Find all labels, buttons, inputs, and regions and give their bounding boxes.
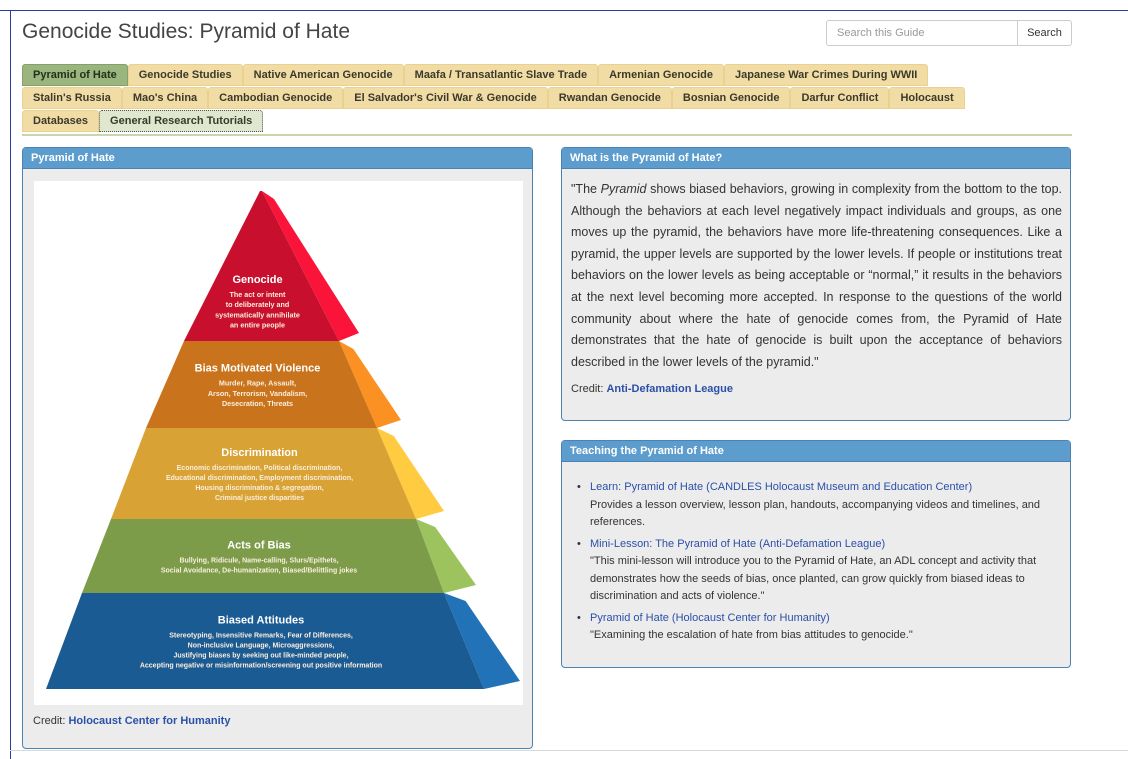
pyramid-level-genocide: Genocide The act or intentto deliberately… xyxy=(184,191,359,341)
tab-armenian-genocide[interactable]: Armenian Genocide xyxy=(598,64,724,86)
pyramid-level-description: systematically annihilate xyxy=(215,310,300,319)
search-input[interactable] xyxy=(826,20,1018,46)
tab-holocaust[interactable]: Holocaust xyxy=(889,87,965,109)
pyramid-level-acts-of-bias: Acts of Bias Bullying, Ridicule, Name-cal… xyxy=(82,519,476,593)
pyramid-panel: Pyramid of Hate Genocide The act or inten… xyxy=(22,147,533,749)
pyramid-level-description: Justifying biases by seeking out like-mi… xyxy=(173,653,348,660)
pyramid-level-title: Genocide xyxy=(232,274,282,286)
credit-link-holocaust-center[interactable]: Holocaust Center for Humanity xyxy=(68,715,230,727)
what-panel-credit: Credit: Anti-Defamation League xyxy=(562,373,1070,405)
credit-label: Credit: xyxy=(571,383,604,396)
pyramid-level-discrimination: Discrimination Economic discrimination, P… xyxy=(111,428,444,519)
list-item: • Mini-Lesson: The Pyramid of Hate (Anti… xyxy=(576,536,1060,606)
pyramid-front-face xyxy=(111,428,416,519)
teaching-resource-list: • Learn: Pyramid of Hate (CANDLES Holoca… xyxy=(562,462,1070,645)
tab-darfur-conflict[interactable]: Darfur Conflict xyxy=(790,87,890,109)
pyramid-level-description: Educational discrimination, Employment d… xyxy=(166,475,353,482)
credit-link-adl[interactable]: Anti-Defamation League xyxy=(606,383,733,395)
tab-pyramid-of-hate[interactable]: Pyramid of Hate xyxy=(22,64,128,86)
pyramid-level-title: Bias Motivated Violence xyxy=(195,363,321,375)
quote-body: shows biased behaviors, growing in compl… xyxy=(571,182,1063,369)
tab-cambodian-genocide[interactable]: Cambodian Genocide xyxy=(208,87,344,109)
tab-rwandan-genocide[interactable]: Rwandan Genocide xyxy=(547,87,672,109)
pyramid-level-description: to deliberately and xyxy=(226,300,290,309)
what-is-pyramid-panel: What is the Pyramid of Hate? "The Pyrami… xyxy=(561,147,1071,421)
pyramid-description-quote: "The Pyramid shows biased behaviors, gro… xyxy=(562,169,1070,373)
tab-stalins-russia[interactable]: Stalin's Russia xyxy=(22,87,122,109)
pyramid-level-description: Housing discrimination & segregation, xyxy=(195,485,323,492)
resource-description: "This mini-lesson will introduce you to … xyxy=(590,555,1037,602)
pyramid-image: Genocide The act or intent to deliberately… xyxy=(34,181,523,705)
teaching-panel-title: Teaching the Pyramid of Hate xyxy=(562,441,1070,462)
resource-link-candles[interactable]: Learn: Pyramid of Hate (CANDLES Holocaus… xyxy=(590,481,972,493)
pyramid-credit: Credit: Holocaust Center for Humanity xyxy=(33,715,230,727)
pyramid-level-description: Economic discrimination, Political discr… xyxy=(177,465,343,472)
tab-row-1: Pyramid of Hate Genocide Studies Native … xyxy=(22,64,1072,87)
bullet-icon: • xyxy=(577,481,581,493)
pyramid-level-title: Discrimination xyxy=(221,447,298,459)
pyramid-panel-title: Pyramid of Hate xyxy=(23,148,532,169)
tab-japanese-war-crimes[interactable]: Japanese War Crimes During WWII xyxy=(724,64,929,86)
pyramid-level-description: Non-inclusive Language, Microaggressions… xyxy=(188,643,335,650)
tab-maos-china[interactable]: Mao's China xyxy=(121,87,209,109)
frame-top-border xyxy=(0,10,1128,11)
pyramid-level-title: Acts of Bias xyxy=(227,540,291,552)
bullet-icon: • xyxy=(577,611,581,624)
resource-link-adl-mini-lesson[interactable]: Mini-Lesson: The Pyramid of Hate (Anti-D… xyxy=(590,538,885,550)
page-title: Genocide Studies: Pyramid of Hate xyxy=(22,20,351,43)
frame-left-border xyxy=(10,10,11,759)
frame-bottom-border xyxy=(10,750,1128,751)
list-item: • Learn: Pyramid of Hate (CANDLES Holoca… xyxy=(576,479,1060,532)
credit-label: Credit: xyxy=(33,715,66,727)
search-button[interactable]: Search xyxy=(1018,20,1072,46)
pyramid-level-description: an entire people xyxy=(230,321,285,330)
pyramid-level-description: Murder, Rape, Assault, xyxy=(219,379,296,388)
quote-italic-word: Pyramid xyxy=(600,182,647,196)
pyramid-level-description: Criminal justice disparities xyxy=(215,495,304,502)
tab-row-2: Stalin's Russia Mao's China Cambodian Ge… xyxy=(22,87,1072,110)
resource-description: "Examining the escalation of hate from b… xyxy=(590,629,913,641)
pyramid-level-description: Social Avoidance, De-humanization, Biase… xyxy=(161,568,357,575)
pyramid-level-description: Stereotyping, Insensitive Remarks, Fear … xyxy=(169,633,353,640)
list-item: • Pyramid of Hate (Holocaust Center for … xyxy=(576,610,1060,645)
resource-link-holocaust-center[interactable]: Pyramid of Hate (Holocaust Center for Hu… xyxy=(590,612,830,624)
tab-genocide-studies[interactable]: Genocide Studies xyxy=(127,64,243,86)
what-panel-title: What is the Pyramid of Hate? xyxy=(562,148,1070,169)
tab-underline xyxy=(22,134,1072,136)
pyramid-front-face xyxy=(46,593,484,689)
pyramid-level-bias-motivated-violence: Bias Motivated Violence Murder, Rape, Ass… xyxy=(146,341,401,428)
teaching-panel: Teaching the Pyramid of Hate • Learn: Py… xyxy=(561,440,1071,668)
pyramid-level-description: Bullying, Ridicule, Name-calling, Slurs/… xyxy=(179,558,338,565)
pyramid-front-face xyxy=(82,519,444,593)
quote-open: "The xyxy=(571,182,601,196)
bullet-icon: • xyxy=(577,537,581,550)
pyramid-level-description: Arson, Terrorism, Vandalism, xyxy=(208,389,307,398)
pyramid-level-description: Accepting negative or misinformation/scr… xyxy=(140,663,382,670)
tab-general-research-tutorials[interactable]: General Research Tutorials xyxy=(99,110,264,132)
resource-description: Provides a lesson overview, lesson plan,… xyxy=(590,498,1041,529)
pyramid-level-description: Desecration, Threats xyxy=(222,399,293,408)
tab-databases[interactable]: Databases xyxy=(22,110,100,132)
guide-tabs: Pyramid of Hate Genocide Studies Native … xyxy=(22,64,1072,133)
tab-el-salvador[interactable]: El Salvador's Civil War & Genocide xyxy=(343,87,548,109)
search-form: Search xyxy=(826,20,1072,46)
tab-native-american-genocide[interactable]: Native American Genocide xyxy=(242,64,404,86)
pyramid-level-title: Biased Attitudes xyxy=(218,615,304,627)
pyramid-level-biased-attitudes: Biased Attitudes Stereotyping, Insensitiv… xyxy=(46,593,520,689)
tab-row-3: Databases General Research Tutorials xyxy=(22,110,1072,133)
tab-bosnian-genocide[interactable]: Bosnian Genocide xyxy=(671,87,791,109)
pyramid-level-description: The act or intent xyxy=(230,290,287,299)
tab-maafa-slave-trade[interactable]: Maafa / Transatlantic Slave Trade xyxy=(403,64,599,86)
